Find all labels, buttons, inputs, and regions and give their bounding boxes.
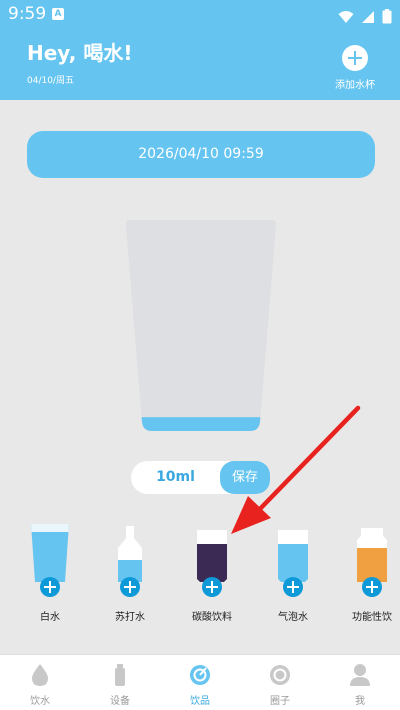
save-button[interactable]: 保存 [220, 461, 270, 494]
drink-item-functional[interactable]: 功能性饮 [337, 522, 400, 627]
water-cup-graphic [125, 220, 277, 431]
add-drink-icon[interactable] [120, 577, 140, 597]
cup-body [125, 220, 277, 431]
header-bar: 9:59 A Hey, 喝水! 04/10/周五 添加水杯 [0, 0, 400, 100]
add-cup-button[interactable]: 添加水杯 [330, 43, 380, 93]
plus-icon [342, 45, 368, 71]
wifi-icon [338, 10, 354, 23]
amount-control: 10ml 保存 [131, 461, 270, 494]
nav-item-device[interactable]: 设备 [80, 655, 160, 710]
drink-label: 功能性饮 [352, 612, 392, 623]
sparkling-can-icon [278, 530, 308, 582]
drinks-icon [190, 665, 210, 685]
greeting-title: Hey, 喝水! [27, 41, 133, 65]
functional-drink-icon [357, 528, 387, 582]
datetime-picker[interactable]: 2026/04/10 09:59 [27, 131, 375, 178]
cellular-icon [361, 10, 374, 23]
water-glass-icon [31, 524, 69, 582]
drink-item-water[interactable]: 白水 [15, 522, 85, 627]
nav-label: 我 [355, 696, 365, 707]
bottle-icon [115, 664, 125, 686]
add-drink-icon[interactable] [362, 577, 382, 597]
cup-water-level [125, 417, 277, 431]
nav-label: 设备 [110, 696, 130, 707]
drink-label: 气泡水 [278, 612, 308, 623]
profile-icon [350, 664, 370, 686]
battery-icon [382, 9, 392, 24]
bottom-navigation: 饮水 设备 饮品 圈子 我 [0, 654, 400, 710]
drink-label: 碳酸饮料 [192, 612, 232, 623]
soda-bottle-icon [118, 526, 142, 582]
nav-item-profile[interactable]: 我 [320, 655, 400, 710]
nav-label: 饮水 [30, 696, 50, 707]
nav-label: 饮品 [190, 696, 210, 707]
status-icons [336, 6, 392, 25]
add-drink-icon[interactable] [283, 577, 303, 597]
drink-item-carbonated[interactable]: 碳酸饮料 [177, 522, 247, 627]
drink-item-sparkling[interactable]: 气泡水 [258, 522, 328, 627]
carbonated-can-icon [197, 530, 227, 582]
water-drop-icon [32, 664, 48, 686]
drink-item-soda[interactable]: 苏打水 [95, 522, 165, 627]
drink-label: 白水 [40, 612, 60, 623]
drink-label: 苏打水 [115, 612, 145, 623]
notification-icon: A [52, 8, 64, 20]
nav-label: 圈子 [270, 696, 290, 707]
status-time: 9:59 [8, 4, 47, 24]
add-drink-icon[interactable] [202, 577, 222, 597]
add-drink-icon[interactable] [40, 577, 60, 597]
nav-item-drinks[interactable]: 饮品 [160, 655, 240, 710]
amount-value[interactable]: 10ml [131, 461, 220, 494]
drinks-row: 白水 苏打水 碳酸饮料 气泡水 功能性饮 [0, 522, 400, 632]
status-bar: 9:59 A [0, 0, 400, 30]
add-cup-label: 添加水杯 [335, 80, 375, 91]
nav-item-circle[interactable]: 圈子 [240, 655, 320, 710]
nav-item-water[interactable]: 饮水 [0, 655, 80, 710]
circle-icon [270, 665, 290, 685]
header-date: 04/10/周五 [27, 76, 74, 86]
